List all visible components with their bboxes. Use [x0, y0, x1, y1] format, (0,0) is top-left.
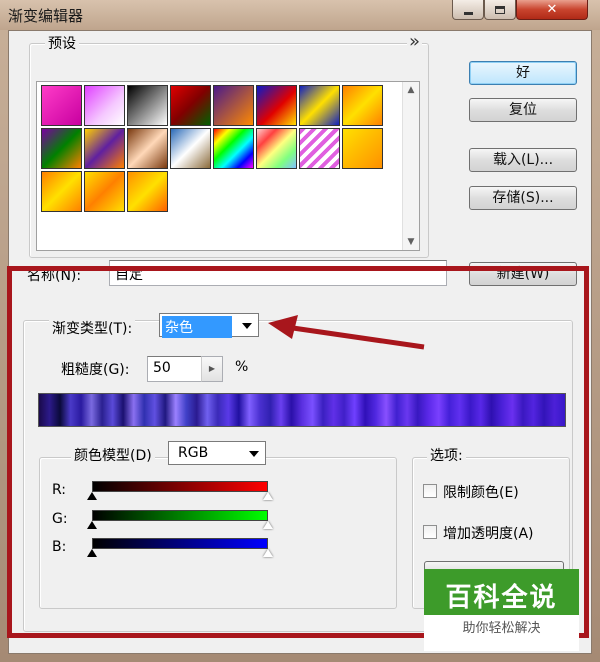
window-title: 渐变编辑器: [8, 7, 84, 25]
annotation-arrow: [268, 315, 425, 350]
gradient-type-select[interactable]: 杂色: [159, 313, 259, 338]
channel-b-min-handle[interactable]: [87, 549, 97, 557]
close-icon: ✕: [546, 2, 558, 17]
presets-scrollbar[interactable]: ▲ ▼: [402, 82, 419, 250]
load-button[interactable]: 载入(L)...: [469, 148, 577, 172]
preset-swatch-spectrum[interactable]: [213, 128, 254, 169]
presets-list[interactable]: ▲ ▼: [36, 81, 420, 251]
color-model-label: 颜色模型(D): [71, 445, 155, 465]
gradient-type-label: 渐变类型(T):: [49, 318, 136, 338]
color-model-value: RGB: [178, 445, 209, 461]
preset-swatch-violet-transparent[interactable]: [84, 85, 125, 126]
channel-r-min-handle[interactable]: [87, 492, 97, 500]
channel-g-max-handle[interactable]: [263, 521, 273, 529]
channel-g-slider[interactable]: [92, 510, 268, 521]
channel-b-slider[interactable]: [92, 538, 268, 549]
noise-gradient-preview: [38, 393, 566, 427]
roughness-input[interactable]: 50: [147, 356, 209, 382]
channel-g-min-handle[interactable]: [87, 521, 97, 529]
preset-swatch-blue-red-yellow[interactable]: [256, 85, 297, 126]
options-label: 选项:: [427, 445, 466, 465]
preset-swatch-orange-yellow-2[interactable]: [127, 171, 168, 212]
color-model-select[interactable]: RGB: [168, 441, 266, 465]
scroll-up-icon[interactable]: ▲: [403, 82, 419, 98]
channel-r-slider[interactable]: [92, 481, 268, 492]
presets-menu-icon[interactable]: »: [407, 31, 423, 52]
preset-swatch-transparent-rainbow[interactable]: [256, 128, 297, 169]
preset-swatch-blue-yellow-blue[interactable]: [299, 85, 340, 126]
preset-swatch-violet-green-orange[interactable]: [41, 128, 82, 169]
minimize-icon: [463, 11, 473, 15]
preset-swatch-black-white[interactable]: [127, 85, 168, 126]
preset-swatch-copper[interactable]: [127, 128, 168, 169]
scroll-down-icon[interactable]: ▼: [403, 234, 419, 250]
preset-swatch-transparent-stripes[interactable]: [299, 128, 340, 169]
gradient-type-value: 杂色: [162, 316, 232, 338]
maximize-button[interactable]: [484, 0, 516, 20]
add-transparency-checkbox[interactable]: [423, 525, 437, 539]
roughness-unit: %: [235, 359, 249, 375]
window: 渐变编辑器 ✕ 预设 » ▲ ▼ 好 复位 载入(L)... 存储(S)... …: [0, 0, 600, 662]
preset-swatch-yellow-orange[interactable]: [342, 128, 383, 169]
chevron-down-icon: [242, 323, 252, 329]
channel-g-label: G:: [52, 511, 68, 527]
minimize-button[interactable]: [452, 0, 484, 20]
title-bar[interactable]: 渐变编辑器 ✕: [0, 0, 600, 30]
preset-swatch-yellow-violet-orange[interactable]: [84, 128, 125, 169]
presets-label: 预设: [45, 33, 79, 53]
maximize-icon: [495, 5, 505, 14]
preset-swatch-orange-yellow-orange[interactable]: [342, 85, 383, 126]
reset-button[interactable]: 复位: [469, 98, 577, 122]
watermark-logo: 百科全说 助你轻松解决: [424, 569, 579, 651]
channel-b-label: B:: [52, 539, 67, 555]
dialog-client: 预设 » ▲ ▼ 好 复位 载入(L)... 存储(S)... 名称(N): 自…: [7, 30, 592, 654]
preset-swatch-chrome[interactable]: [170, 128, 211, 169]
color-model-group: [39, 457, 397, 609]
chevron-down-icon: [249, 451, 259, 457]
ok-button[interactable]: 好: [469, 61, 577, 85]
watermark-subtitle: 助你轻松解决: [424, 615, 579, 651]
roughness-label: 粗糙度(G):: [61, 362, 130, 378]
close-button[interactable]: ✕: [516, 0, 588, 20]
preset-swatch-yellow-orange-2[interactable]: [84, 171, 125, 212]
preset-swatch-magenta-gradient[interactable]: [41, 85, 82, 126]
preset-swatch-orange-yellow[interactable]: [41, 171, 82, 212]
channel-r-max-handle[interactable]: [263, 492, 273, 500]
preset-swatch-red-green[interactable]: [170, 85, 211, 126]
add-transparency-label[interactable]: 增加透明度(A): [443, 523, 534, 543]
roughness-stepper[interactable]: ▶: [201, 356, 223, 382]
channel-r-label: R:: [52, 482, 67, 498]
restrict-colors-checkbox[interactable]: [423, 484, 437, 498]
watermark-title: 百科全说: [445, 583, 558, 613]
preset-swatch-violet-orange[interactable]: [213, 85, 254, 126]
save-button[interactable]: 存储(S)...: [469, 186, 577, 210]
channel-b-max-handle[interactable]: [263, 549, 273, 557]
restrict-colors-label[interactable]: 限制颜色(E): [443, 482, 519, 502]
